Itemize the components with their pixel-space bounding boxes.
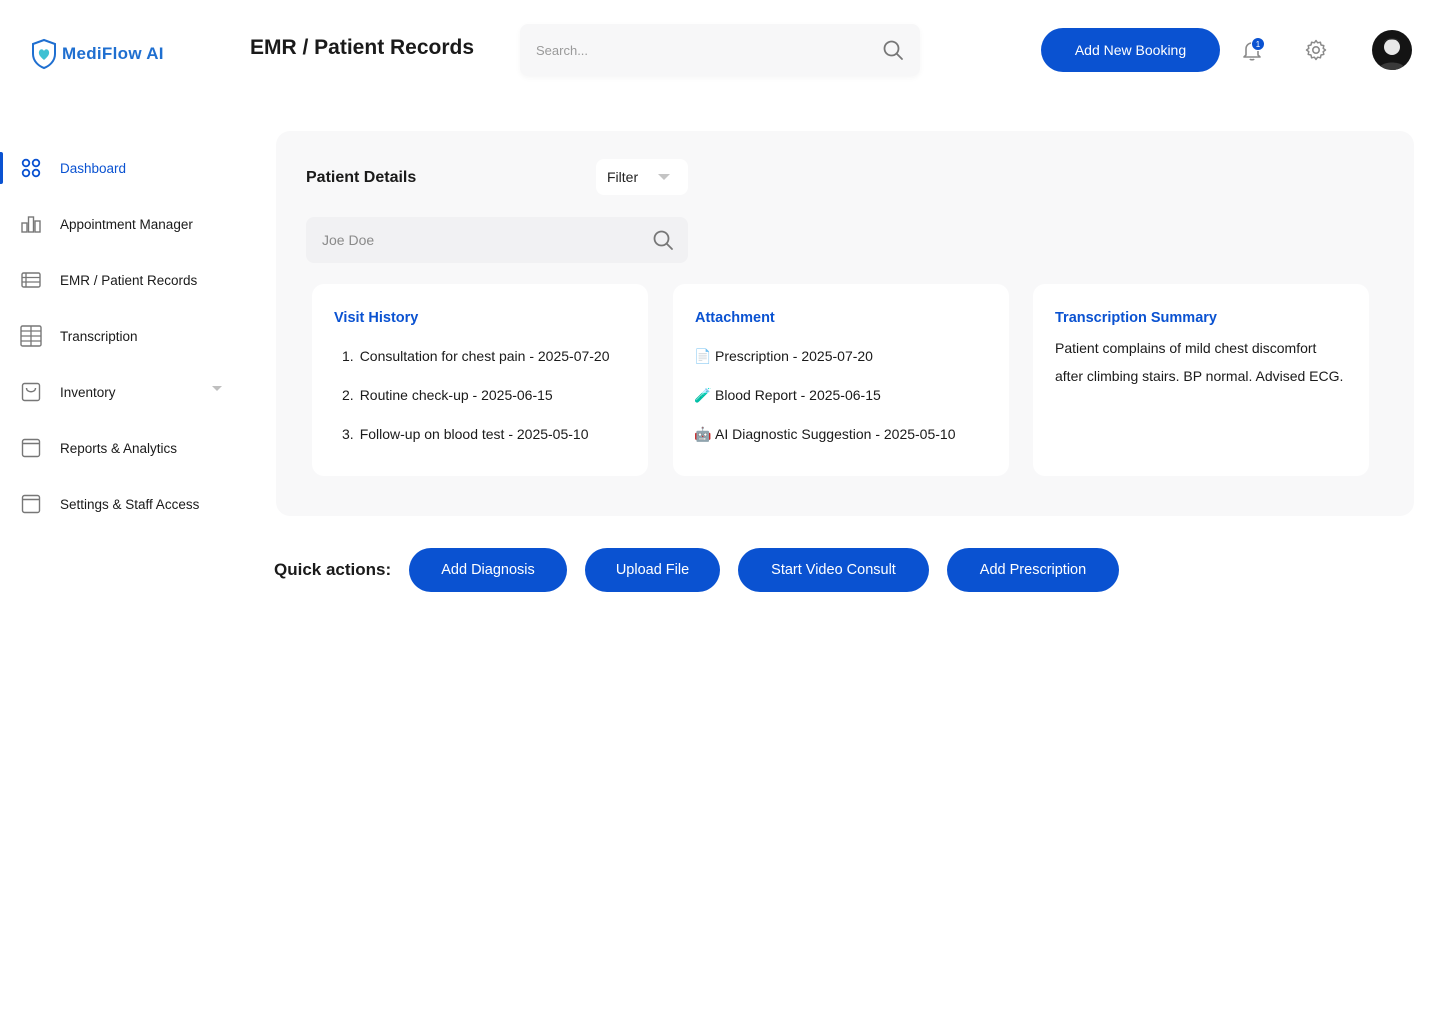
brand-name: MediFlow AI [62, 44, 164, 63]
attachment-text: Prescription - 2025-07-20 [715, 348, 873, 364]
filter-dropdown[interactable]: Filter [596, 159, 688, 195]
grid-icon [20, 157, 42, 179]
shopping-bag-icon [20, 381, 42, 403]
notification-badge: 1 [1251, 37, 1265, 51]
bar-chart-icon [20, 213, 42, 235]
columns-icon [20, 325, 42, 347]
sidebar-item-transcription[interactable]: Transcription [0, 308, 240, 364]
global-search[interactable]: Search... [520, 24, 920, 76]
attachment-item[interactable]: 🤖 AI Diagnostic Suggestion - 2025-05-10 [694, 426, 987, 465]
avatar[interactable] [1372, 30, 1412, 70]
sidebar-item-settings[interactable]: Settings & Staff Access [0, 476, 240, 532]
caret-down-icon [658, 174, 670, 180]
summary-line: Patient complains of mild chest discomfo… [1055, 340, 1317, 356]
list-item[interactable]: 3. Follow-up on blood test - 2025-05-10 [334, 426, 626, 465]
document-icon: 📄 [694, 348, 712, 364]
sidebar-item-label: EMR / Patient Records [60, 272, 198, 288]
gear-icon[interactable] [1304, 38, 1328, 62]
sidebar-item-emr[interactable]: EMR / Patient Records [0, 252, 240, 308]
item-text: Follow-up on blood test - 2025-05-10 [359, 426, 589, 442]
sidebar-item-dashboard[interactable]: Dashboard [0, 140, 240, 196]
summary-line: after climbing stairs. BP normal. Advise… [1055, 368, 1344, 384]
test-tube-icon: 🧪 [694, 387, 712, 403]
upload-file-button[interactable]: Upload File [585, 548, 720, 592]
list-item[interactable]: 1. Consultation for chest pain - 2025-07-… [334, 348, 626, 387]
item-text: Routine check-up - 2025-06-15 [359, 387, 553, 403]
card-title: Attachment [695, 310, 775, 326]
chevron-down-icon[interactable] [212, 386, 222, 391]
start-video-consult-button[interactable]: Start Video Consult [738, 548, 929, 592]
card-title: Transcription Summary [1055, 310, 1217, 326]
item-number: 3. [342, 426, 354, 442]
item-text: Consultation for chest pain - 2025-07-20 [359, 348, 610, 364]
summary-text: Patient complains of mild chest discomfo… [1055, 334, 1347, 390]
filter-label: Filter [607, 169, 639, 185]
page-title: EMR / Patient Records [250, 36, 475, 59]
add-diagnosis-button[interactable]: Add Diagnosis [409, 548, 567, 592]
search-input[interactable]: Search... [536, 43, 882, 58]
search-icon[interactable] [652, 229, 674, 251]
list-item[interactable]: 2. Routine check-up - 2025-06-15 [334, 387, 626, 426]
attachment-text: Blood Report - 2025-06-15 [715, 387, 881, 403]
item-number: 1. [342, 348, 354, 364]
sidebar-item-label: Transcription [60, 328, 138, 344]
sidebar-item-label: Appointment Manager [60, 216, 193, 232]
panel-title: Patient Details [306, 169, 417, 186]
sidebar-item-reports[interactable]: Reports & Analytics [0, 420, 240, 476]
patient-details-panel: Patient Details Filter Joe Doe Visit His… [276, 131, 1414, 516]
attachment-item[interactable]: 🧪 Blood Report - 2025-06-15 [694, 387, 987, 426]
sidebar-item-label: Reports & Analytics [60, 440, 178, 456]
sidebar-item-inventory[interactable]: Inventory [0, 364, 240, 420]
brand-logo[interactable]: MediFlow AI [30, 38, 164, 70]
attachment-card: Attachment 📄 Prescription - 2025-07-20 🧪 B… [673, 284, 1009, 476]
search-icon[interactable] [882, 39, 904, 61]
window-icon [20, 493, 42, 515]
patient-search[interactable]: Joe Doe [306, 217, 688, 263]
sidebar-item-label: Settings & Staff Access [60, 496, 200, 512]
transcription-summary-card: Transcription Summary Patient complains … [1033, 284, 1369, 476]
robot-icon: 🤖 [694, 426, 712, 442]
quick-actions-label: Quick actions: [274, 560, 392, 579]
item-number: 2. [342, 387, 354, 403]
table-icon [20, 269, 42, 291]
sidebar-item-label: Dashboard [60, 160, 127, 176]
add-prescription-button[interactable]: Add Prescription [947, 548, 1119, 592]
card-title: Visit History [334, 310, 419, 326]
sidebar: Dashboard Appointment Manager EMR / Pati… [0, 140, 240, 532]
sidebar-item-label: Inventory [60, 384, 116, 400]
attachment-item[interactable]: 📄 Prescription - 2025-07-20 [694, 348, 987, 387]
sidebar-item-appointment-manager[interactable]: Appointment Manager [0, 196, 240, 252]
window-icon [20, 437, 42, 459]
attachment-text: AI Diagnostic Suggestion - 2025-05-10 [715, 426, 956, 442]
visit-history-card: Visit History 1. Consultation for chest p… [312, 284, 648, 476]
patient-search-input[interactable]: Joe Doe [322, 232, 652, 248]
heart-shield-icon [32, 38, 56, 70]
add-new-booking-button[interactable]: Add New Booking [1041, 28, 1220, 72]
